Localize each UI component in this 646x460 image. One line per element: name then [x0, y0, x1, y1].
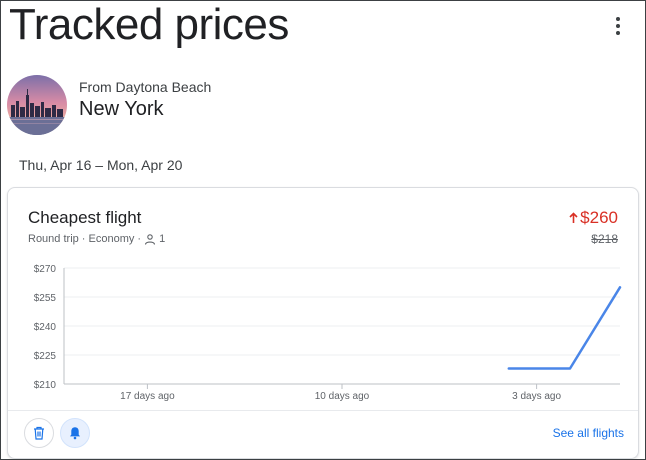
price-tracking-card: Cheapest flight Round trip · Economy · 1… [7, 187, 639, 459]
current-price: $260 [569, 208, 618, 228]
delete-tracking-button[interactable] [24, 418, 54, 448]
trip-details: Round trip · Economy · 1 [28, 233, 165, 245]
destination-label: New York [79, 98, 164, 120]
price-history-chart: $210 $225 $240 $255 $270 17 days ago 10 days a… [34, 264, 622, 402]
y-tick-label: $240 [34, 322, 57, 333]
y-tick-label: $225 [34, 351, 57, 362]
current-price-value: $260 [580, 208, 618, 227]
card-title: Cheapest flight [28, 208, 142, 227]
x-tick-label: 10 days ago [315, 391, 370, 402]
destination-image [7, 75, 67, 135]
arrow-up-icon [569, 212, 578, 223]
price-line-series [507, 286, 622, 370]
trip-dates: Thu, Apr 16 – Mon, Apr 20 [19, 157, 183, 173]
x-tick-label: 3 days ago [512, 391, 561, 402]
more-options-button[interactable] [607, 13, 629, 39]
x-tick-label: 17 days ago [120, 391, 175, 402]
origin-label: From Daytona Beach [79, 79, 212, 95]
more-vert-icon [616, 17, 620, 21]
bell-icon [70, 427, 80, 440]
previous-price: $218 [591, 232, 618, 246]
window-frame: Tracked prices From Daytona Beach New Yo… [0, 0, 646, 460]
trip-details-text: Round trip · Economy · [28, 233, 142, 245]
y-tick-label: $270 [34, 264, 57, 275]
passenger-count: 1 [159, 233, 166, 245]
y-tick-label: $255 [34, 293, 57, 304]
see-all-flights-link[interactable]: See all flights [553, 426, 624, 440]
notifications-button[interactable] [60, 418, 90, 448]
card-divider [8, 410, 638, 411]
page-title: Tracked prices [9, 0, 289, 49]
y-tick-label: $210 [34, 380, 57, 391]
person-icon [145, 233, 156, 245]
trash-icon [34, 426, 44, 440]
